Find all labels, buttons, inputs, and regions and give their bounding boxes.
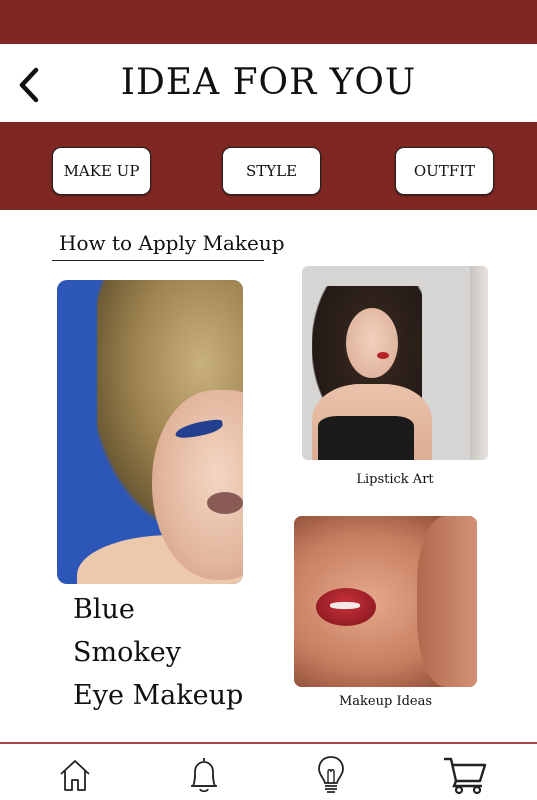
tab-make-up[interactable]: MAKE UP	[52, 147, 151, 195]
header: IDEA FOR YOU	[0, 44, 537, 122]
section-title: How to Apply Makeup	[59, 231, 285, 255]
makeup-ideas-caption[interactable]: Makeup Ideas	[294, 694, 477, 709]
lipstick-art-image[interactable]	[302, 266, 488, 460]
home-icon	[60, 760, 90, 791]
nav-cart-button[interactable]	[442, 752, 488, 798]
nav-notifications-button[interactable]	[181, 752, 227, 798]
page-title: IDEA FOR YOU	[120, 62, 417, 103]
featured-title[interactable]: Blue Smokey Eye Makeup	[73, 588, 243, 717]
tab-style[interactable]: STYLE	[222, 147, 321, 195]
cart-icon	[444, 757, 487, 795]
featured-title-line: Eye Makeup	[73, 680, 244, 711]
featured-title-line: Smokey	[73, 637, 181, 668]
blue-smokey-eye-image[interactable]	[57, 280, 243, 584]
top-status-band	[0, 0, 537, 44]
bottom-nav	[0, 744, 537, 800]
bell-icon	[191, 758, 217, 793]
lipstick-art-caption[interactable]: Lipstick Art	[302, 472, 488, 487]
section-title-underline	[52, 260, 264, 261]
tab-outfit[interactable]: OUTFIT	[395, 147, 494, 195]
lightbulb-icon	[318, 756, 344, 793]
nav-home-button[interactable]	[52, 752, 98, 798]
nav-ideas-button[interactable]	[308, 752, 354, 798]
featured-title-line: Blue	[73, 594, 135, 625]
category-tabs: MAKE UP STYLE OUTFIT	[0, 122, 537, 210]
makeup-ideas-image[interactable]	[294, 516, 477, 687]
